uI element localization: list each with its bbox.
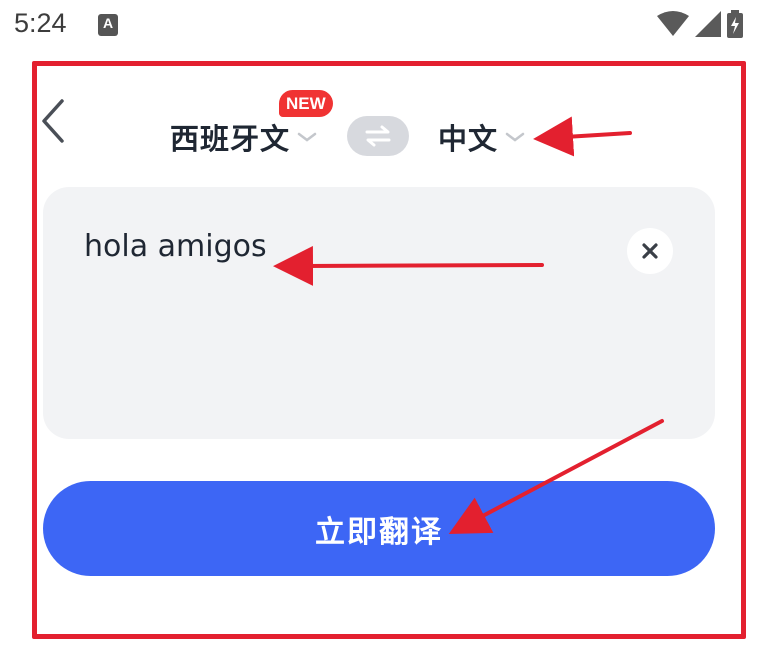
target-language-selector[interactable]: 中文 [438,117,526,157]
target-language-label: 中文 [438,122,499,156]
source-language-label: 西班牙文 [170,122,291,156]
close-icon [642,243,658,259]
source-language-selector[interactable]: 西班牙文 [170,117,318,157]
status-time: 5:24 [14,8,67,38]
swap-languages-button[interactable] [347,116,409,156]
back-button[interactable] [36,98,70,144]
clear-text-button[interactable] [627,228,673,274]
chevron-down-icon [505,132,525,142]
app-notification-icon: A [98,14,118,36]
battery-charging-icon [727,10,743,38]
chevron-down-icon [297,132,317,142]
chevron-left-icon [42,99,64,143]
wifi-icon [657,11,689,36]
source-text-card [43,187,715,439]
translate-now-button[interactable]: 立即翻译 [43,481,715,576]
cell-signal-icon [695,11,721,37]
new-badge: NEW [279,90,333,117]
status-icons [657,9,743,39]
source-text-input[interactable] [84,229,604,264]
swap-icon [365,125,391,147]
